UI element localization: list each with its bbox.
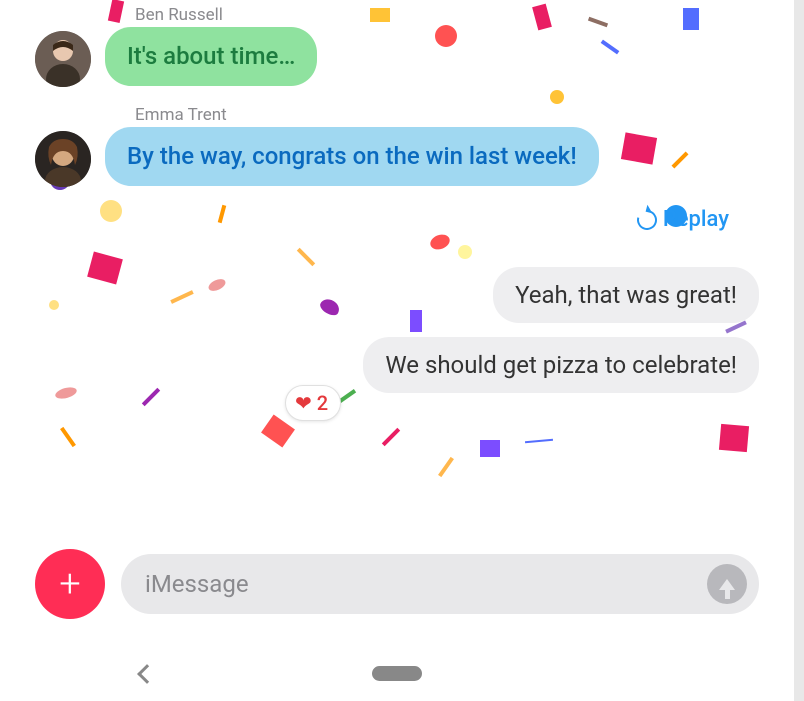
send-button[interactable] <box>707 564 747 604</box>
message-bubble-sent[interactable]: We should get pizza to celebrate! <box>363 337 759 393</box>
compose-bar: + iMessage <box>35 549 759 619</box>
message-bubble: By the way, congrats on the win last wee… <box>105 127 599 186</box>
arrow-up-icon <box>719 579 735 590</box>
replay-button[interactable]: Replay <box>35 207 729 232</box>
heart-icon: ❤ <box>295 391 312 415</box>
system-nav-bar <box>0 666 794 681</box>
sender-name: Ben Russell <box>135 5 759 25</box>
message-bubble-sent[interactable]: Yeah, that was great! <box>493 267 759 323</box>
message-incoming[interactable]: Ben Russell It's about time… <box>35 5 759 87</box>
input-placeholder: iMessage <box>145 570 249 598</box>
message-input[interactable]: iMessage <box>121 554 759 614</box>
message-list[interactable]: Ben Russell It's about time… Emma Trent … <box>35 0 759 393</box>
chat-screen: Ben Russell It's about time… Emma Trent … <box>0 0 794 701</box>
message-bubble: It's about time… <box>105 27 317 86</box>
plus-icon: + <box>59 562 80 606</box>
reaction-badge[interactable]: ❤ 2 <box>285 385 341 421</box>
replay-label: Replay <box>663 207 729 232</box>
avatar[interactable] <box>35 31 91 87</box>
home-indicator[interactable] <box>372 666 422 681</box>
reaction-count: 2 <box>317 391 328 415</box>
add-button[interactable]: + <box>35 549 105 619</box>
message-incoming[interactable]: Emma Trent By the way, congrats on the w… <box>35 105 759 187</box>
avatar[interactable] <box>35 131 91 187</box>
back-button[interactable] <box>137 664 157 684</box>
replay-icon <box>633 206 660 233</box>
sender-name: Emma Trent <box>135 105 759 125</box>
